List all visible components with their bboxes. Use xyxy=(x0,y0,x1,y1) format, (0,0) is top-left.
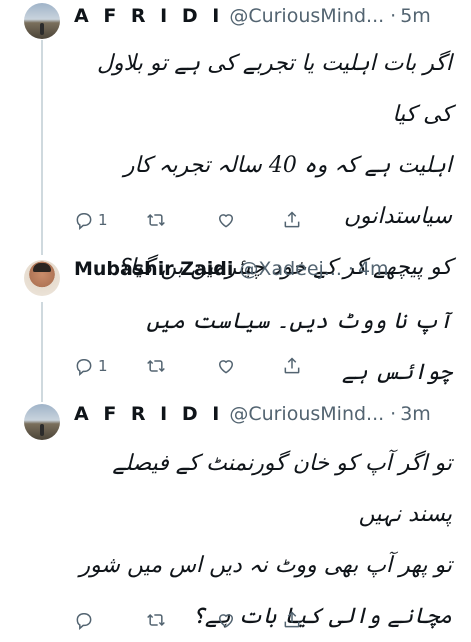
like-icon xyxy=(218,360,234,374)
like-icon xyxy=(218,214,234,228)
tweet-line: تو اگر آپ کو خان گورنمنٹ کے فیصلے پسند ن… xyxy=(112,451,452,527)
tweet-line: آپ نا ووٹ دیں۔ سیاست میں چوائس ہے xyxy=(146,309,452,385)
reply-icon xyxy=(76,613,92,630)
timestamp[interactable]: 5m xyxy=(400,5,431,27)
author-name[interactable]: A F R I D I xyxy=(74,403,223,425)
reply-button[interactable] xyxy=(74,610,98,630)
timestamp[interactable]: 3m xyxy=(400,403,431,425)
reply-count: 1 xyxy=(98,211,108,229)
share-button[interactable] xyxy=(282,610,302,630)
separator-dot: · xyxy=(390,403,397,425)
avatar[interactable] xyxy=(24,260,60,296)
reply-icon xyxy=(76,213,92,230)
tweet-header: A F R I D I @CuriousMind... · 3m xyxy=(74,403,461,429)
retweet-button[interactable] xyxy=(146,210,166,230)
timestamp[interactable]: 4m xyxy=(358,258,389,280)
like-icon xyxy=(218,614,234,628)
tweet-header: Mubashir Zaidi @Xadeej... · 4m xyxy=(74,258,461,284)
tweet-header: A F R I D I @CuriousMind... · 5m xyxy=(74,5,461,31)
separator-dot: · xyxy=(347,258,354,280)
author-handle[interactable]: @CuriousMind... xyxy=(229,403,384,425)
author-name[interactable]: Mubashir Zaidi xyxy=(74,258,233,280)
share-icon xyxy=(284,611,300,628)
reply-count: 1 xyxy=(98,357,108,375)
like-button[interactable] xyxy=(216,210,236,230)
like-button[interactable] xyxy=(216,610,236,630)
retweet-icon xyxy=(147,213,165,227)
author-handle[interactable]: @Xadeej... xyxy=(239,258,342,280)
tweet-line: تو پھر آپ بھی ووٹ نہ دیں اس میں شور xyxy=(79,553,452,578)
like-button[interactable] xyxy=(216,356,236,376)
tweet[interactable]: A F R I D I @CuriousMind... · 5m اگر بات… xyxy=(0,0,471,280)
reply-icon xyxy=(76,359,92,376)
tweet[interactable]: A F R I D I @CuriousMind... · 3m تو اگر … xyxy=(0,398,471,640)
retweet-button[interactable] xyxy=(146,356,166,376)
share-icon xyxy=(284,211,300,228)
reply-button[interactable]: 1 xyxy=(74,210,108,230)
author-name[interactable]: A F R I D I xyxy=(74,5,223,27)
share-button[interactable] xyxy=(282,210,302,230)
avatar[interactable] xyxy=(24,3,60,39)
retweet-icon xyxy=(147,613,165,627)
tweet[interactable]: Mubashir Zaidi @Xadeej... · 4m آپ نا ووٹ… xyxy=(0,252,471,392)
retweet-button[interactable] xyxy=(146,610,166,630)
tweet-line: اہلیت ہے کہ وہ 40 سالہ تجربہ کار سیاستدا… xyxy=(123,153,452,229)
reply-button[interactable]: 1 xyxy=(74,356,108,376)
tweet-text: آپ نا ووٹ دیں۔ سیاست میں چوائس ہے xyxy=(74,296,452,398)
separator-dot: · xyxy=(390,5,397,27)
avatar[interactable] xyxy=(24,404,60,440)
share-icon xyxy=(284,357,300,374)
tweet-line: مچانے والی کیا بات ہے؟ xyxy=(191,604,452,629)
share-button[interactable] xyxy=(282,356,302,376)
author-handle[interactable]: @CuriousMind... xyxy=(229,5,384,27)
tweet-text: تو اگر آپ کو خان گورنمنٹ کے فیصلے پسند ن… xyxy=(74,438,452,642)
tweet-line: اگر بات اہلیت یا تجربے کی ہے تو بلاول کی… xyxy=(97,51,452,127)
retweet-icon xyxy=(147,359,165,373)
